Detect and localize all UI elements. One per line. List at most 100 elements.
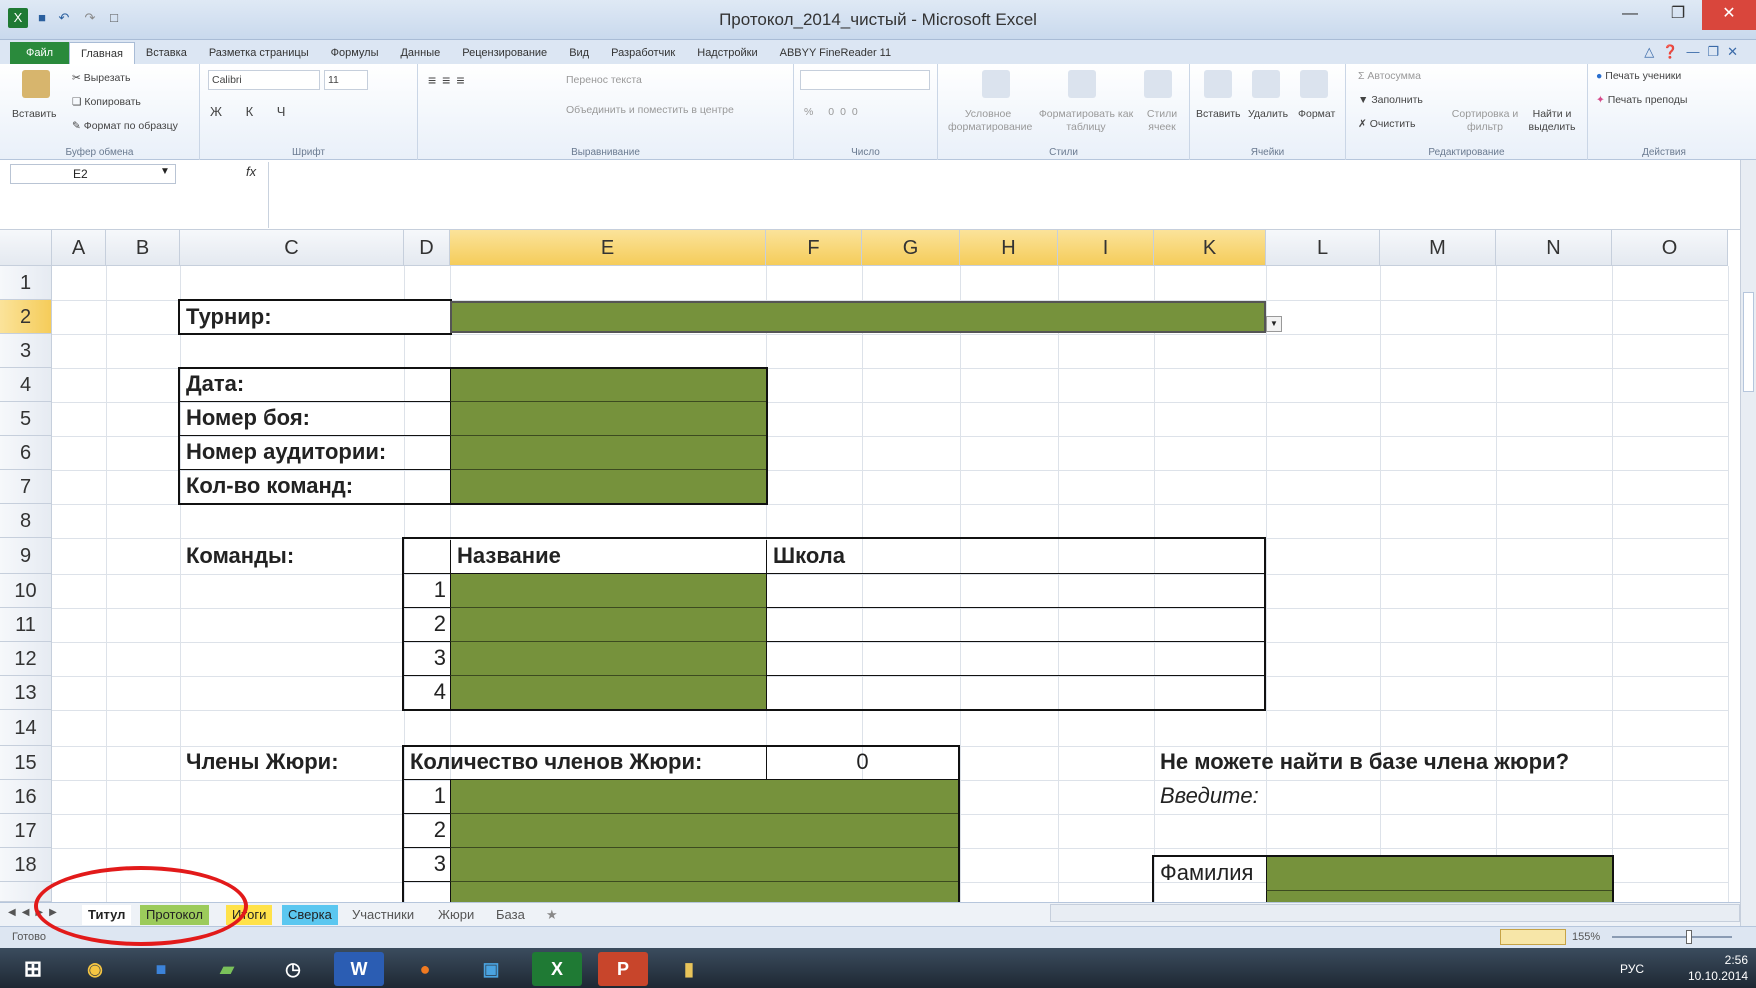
- name-input[interactable]: [1266, 891, 1612, 902]
- zoom-slider-thumb[interactable]: [1686, 930, 1692, 944]
- tab-home[interactable]: Главная: [69, 42, 135, 64]
- tournament-label[interactable]: Турнир:: [178, 299, 452, 335]
- row-header-12[interactable]: 12: [0, 642, 52, 676]
- insert-cells-icon[interactable]: [1204, 70, 1232, 98]
- sheet-tab-check[interactable]: Сверка: [282, 905, 338, 925]
- jury-member-input[interactable]: [450, 882, 958, 902]
- autosum-button[interactable]: Σ Автосумма: [1358, 70, 1421, 82]
- restore-icon[interactable]: ❐: [1654, 0, 1702, 30]
- bold-italic-underline-icons[interactable]: Ж К Ч: [210, 104, 295, 119]
- insert-button[interactable]: Вставить: [1196, 108, 1241, 120]
- jury-label[interactable]: Члены Жюри:: [180, 746, 404, 780]
- view-buttons-icon[interactable]: [1500, 929, 1566, 945]
- row-header-3[interactable]: 3: [0, 334, 52, 368]
- team-name-input[interactable]: [450, 608, 766, 642]
- teams-count-input[interactable]: [450, 470, 766, 503]
- close-icon[interactable]: ✕: [1702, 0, 1756, 30]
- merge-center-button[interactable]: Объединить и поместить в центре: [566, 104, 734, 116]
- format-button[interactable]: Формат: [1298, 108, 1335, 120]
- room-number-input[interactable]: [450, 436, 766, 470]
- row-header-5[interactable]: 5: [0, 402, 52, 436]
- format-as-table-button[interactable]: Форматировать как таблицу: [1038, 108, 1134, 134]
- column-header-g[interactable]: G: [862, 230, 960, 266]
- column-header-o[interactable]: O: [1612, 230, 1728, 266]
- jury-member-input[interactable]: [450, 780, 958, 814]
- wrap-text-button[interactable]: Перенос текста: [566, 74, 642, 86]
- cell-styles-icon[interactable]: [1144, 70, 1172, 98]
- column-header-e[interactable]: E: [450, 230, 766, 266]
- date-input[interactable]: [450, 369, 766, 402]
- fx-icon[interactable]: fx: [246, 164, 256, 179]
- font-size-select[interactable]: 11: [324, 70, 368, 90]
- percent-icon[interactable]: % 000: [804, 106, 864, 118]
- row-header-16[interactable]: 16: [0, 780, 52, 814]
- row-header-15[interactable]: 15: [0, 746, 52, 780]
- teams-label[interactable]: Команды:: [180, 540, 404, 574]
- tab-data[interactable]: Данные: [389, 42, 451, 64]
- room-number-label[interactable]: Номер аудитории:: [180, 436, 450, 470]
- tournament-input[interactable]: [450, 301, 1266, 333]
- row-header-9[interactable]: 9: [0, 538, 52, 574]
- row-header-17[interactable]: 17: [0, 814, 52, 848]
- name-box[interactable]: E2: [10, 164, 176, 184]
- jury-member-input[interactable]: [450, 848, 958, 882]
- new-sheet-icon[interactable]: ★: [540, 905, 564, 925]
- tab-insert[interactable]: Вставка: [135, 42, 198, 64]
- zoom-level[interactable]: 155%: [1572, 931, 1600, 943]
- save-app-icon[interactable]: ■: [136, 952, 186, 986]
- chrome-icon[interactable]: ◉: [70, 952, 120, 986]
- row-header-7[interactable]: 7: [0, 470, 52, 504]
- tab-view[interactable]: Вид: [558, 42, 600, 64]
- cell-styles-button[interactable]: Стили ячеек: [1142, 108, 1182, 134]
- horizontal-scrollbar[interactable]: [1050, 904, 1740, 922]
- team-school-input[interactable]: [766, 574, 1264, 608]
- windows-start-icon[interactable]: ⊞: [8, 952, 58, 986]
- row-header-2[interactable]: 2: [0, 300, 52, 334]
- font-name-select[interactable]: Calibri: [208, 70, 320, 90]
- team-school-input[interactable]: [766, 608, 1264, 642]
- excel-taskbar-icon[interactable]: X: [532, 952, 582, 986]
- chevron-down-icon[interactable]: ▼: [160, 166, 170, 177]
- tab-review[interactable]: Рецензирование: [451, 42, 558, 64]
- row-header-4[interactable]: 4: [0, 368, 52, 402]
- word-icon[interactable]: W: [334, 952, 384, 986]
- tab-abbyy[interactable]: ABBYY FineReader 11: [769, 42, 903, 64]
- fight-number-input[interactable]: [450, 402, 766, 436]
- fight-number-label[interactable]: Номер боя:: [180, 402, 450, 436]
- help-icon[interactable]: △❓—❐✕: [1644, 44, 1746, 60]
- format-table-icon[interactable]: [1068, 70, 1096, 98]
- find-select-button[interactable]: Найти и выделить: [1522, 108, 1582, 134]
- conditional-format-icon[interactable]: [982, 70, 1010, 98]
- date-label[interactable]: Дата:: [180, 368, 450, 402]
- copy-button[interactable]: ❏ Копировать: [72, 96, 141, 108]
- team-name-input[interactable]: [450, 642, 766, 676]
- dropdown-arrow-icon[interactable]: ▼: [1266, 316, 1282, 332]
- fill-button[interactable]: ▼ Заполнить: [1358, 94, 1423, 106]
- column-header-k[interactable]: K: [1154, 230, 1266, 266]
- jury-count-value[interactable]: 0: [766, 746, 958, 780]
- column-header-l[interactable]: L: [1266, 230, 1380, 266]
- row-header-1[interactable]: 1: [0, 266, 52, 300]
- jury-member-input[interactable]: [450, 814, 958, 848]
- folder-icon[interactable]: ▮: [664, 952, 714, 986]
- row-header-13[interactable]: 13: [0, 676, 52, 710]
- row-header-10[interactable]: 10: [0, 574, 52, 608]
- format-cells-icon[interactable]: [1300, 70, 1328, 98]
- sheet-tab-participants[interactable]: Участники: [346, 905, 420, 925]
- formula-input[interactable]: [268, 162, 1734, 228]
- column-header-h[interactable]: H: [960, 230, 1058, 266]
- select-all-corner[interactable]: [0, 230, 52, 266]
- vertical-scrollbar[interactable]: [1740, 160, 1756, 926]
- explorer-icon[interactable]: ▣: [466, 952, 516, 986]
- column-header-m[interactable]: M: [1380, 230, 1496, 266]
- tab-formulas[interactable]: Формулы: [320, 42, 390, 64]
- paste-button[interactable]: Вставить: [12, 108, 57, 120]
- teams-header-school[interactable]: Школа: [766, 540, 1264, 574]
- column-header-a[interactable]: A: [52, 230, 106, 266]
- align-icons[interactable]: ≡≡≡: [428, 72, 471, 88]
- row-header-18[interactable]: 18: [0, 848, 52, 882]
- tab-addins[interactable]: Надстройки: [686, 42, 768, 64]
- row-header-11[interactable]: 11: [0, 608, 52, 642]
- firefox-icon[interactable]: ●: [400, 952, 450, 986]
- notes-icon[interactable]: ▰: [202, 952, 252, 986]
